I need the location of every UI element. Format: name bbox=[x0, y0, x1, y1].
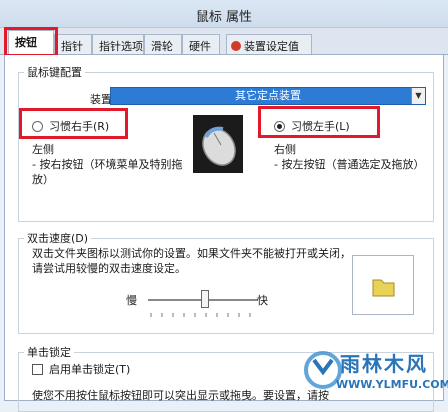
click-lock-option[interactable]: 启用单击锁定(T) bbox=[32, 361, 130, 377]
button-config-legend: 鼠标键配置 bbox=[24, 64, 85, 80]
mouse-icon bbox=[202, 126, 236, 166]
double-click-legend: 双击速度(D) bbox=[24, 230, 92, 246]
tab-pointers[interactable]: 指针 bbox=[54, 34, 92, 54]
watermark: 雨林木风 WWW.YLMFU.COM bbox=[300, 342, 448, 401]
slider-ticks bbox=[150, 313, 251, 317]
device-select[interactable]: 其它定点装置 ▼ bbox=[110, 87, 426, 105]
left-side-title: 左侧 bbox=[32, 143, 54, 156]
title-bar: 鼠标 属性 bbox=[0, 0, 448, 28]
slow-label: 慢 bbox=[126, 294, 137, 307]
watermark-url: WWW.YLMFU.COM bbox=[336, 378, 448, 391]
window-title: 鼠标 属性 bbox=[195, 10, 253, 25]
speed-slider-thumb[interactable] bbox=[201, 290, 209, 308]
tab-pointer-options[interactable]: 指针选项 bbox=[92, 34, 144, 54]
device-select-value: 其它定点装置 bbox=[235, 89, 301, 102]
click-lock-label: 启用单击锁定(T) bbox=[49, 363, 131, 376]
test-folder-area[interactable] bbox=[352, 255, 414, 315]
tab-strip: 按钮 指针 指针选项 滑轮 硬件 装置设定值 bbox=[0, 28, 448, 55]
tab-device-settings-label: 装置设定值 bbox=[244, 40, 299, 53]
left-side-desc: - 按右按钮（环境菜单及特别拖放） bbox=[32, 158, 183, 186]
left-hand-option[interactable]: 习惯左手(L) bbox=[274, 118, 350, 134]
fast-label: 快 bbox=[257, 294, 268, 307]
left-hand-radio[interactable] bbox=[274, 121, 285, 132]
right-side-desc: - 按左按钮（普通选定及拖放） bbox=[274, 158, 425, 171]
right-hand-radio[interactable] bbox=[32, 121, 43, 132]
tab-hardware[interactable]: 硬件 bbox=[182, 34, 220, 54]
double-click-desc: 双击文件夹图标以测试你的设置。如果文件夹不能被打开或关闭，请尝试用较慢的双击速度… bbox=[32, 247, 351, 275]
tab-buttons[interactable]: 按钮 bbox=[8, 30, 54, 55]
right-hand-option[interactable]: 习惯右手(R) bbox=[32, 118, 109, 134]
left-hand-label: 习惯左手(L) bbox=[291, 120, 350, 133]
tab-wheel[interactable]: 滑轮 bbox=[144, 34, 182, 54]
tab-device-settings[interactable]: 装置设定值 bbox=[226, 34, 312, 54]
right-hand-label: 习惯右手(R) bbox=[49, 120, 110, 133]
mouse-image bbox=[193, 115, 243, 173]
watermark-brand: 雨林木风 bbox=[340, 352, 428, 376]
chevron-down-icon[interactable]: ▼ bbox=[411, 88, 425, 104]
device-settings-icon bbox=[231, 41, 241, 51]
right-side-title: 右侧 bbox=[274, 143, 296, 156]
folder-icon[interactable] bbox=[353, 256, 413, 314]
click-lock-checkbox[interactable] bbox=[32, 364, 43, 375]
click-lock-legend: 单击锁定 bbox=[24, 344, 74, 360]
